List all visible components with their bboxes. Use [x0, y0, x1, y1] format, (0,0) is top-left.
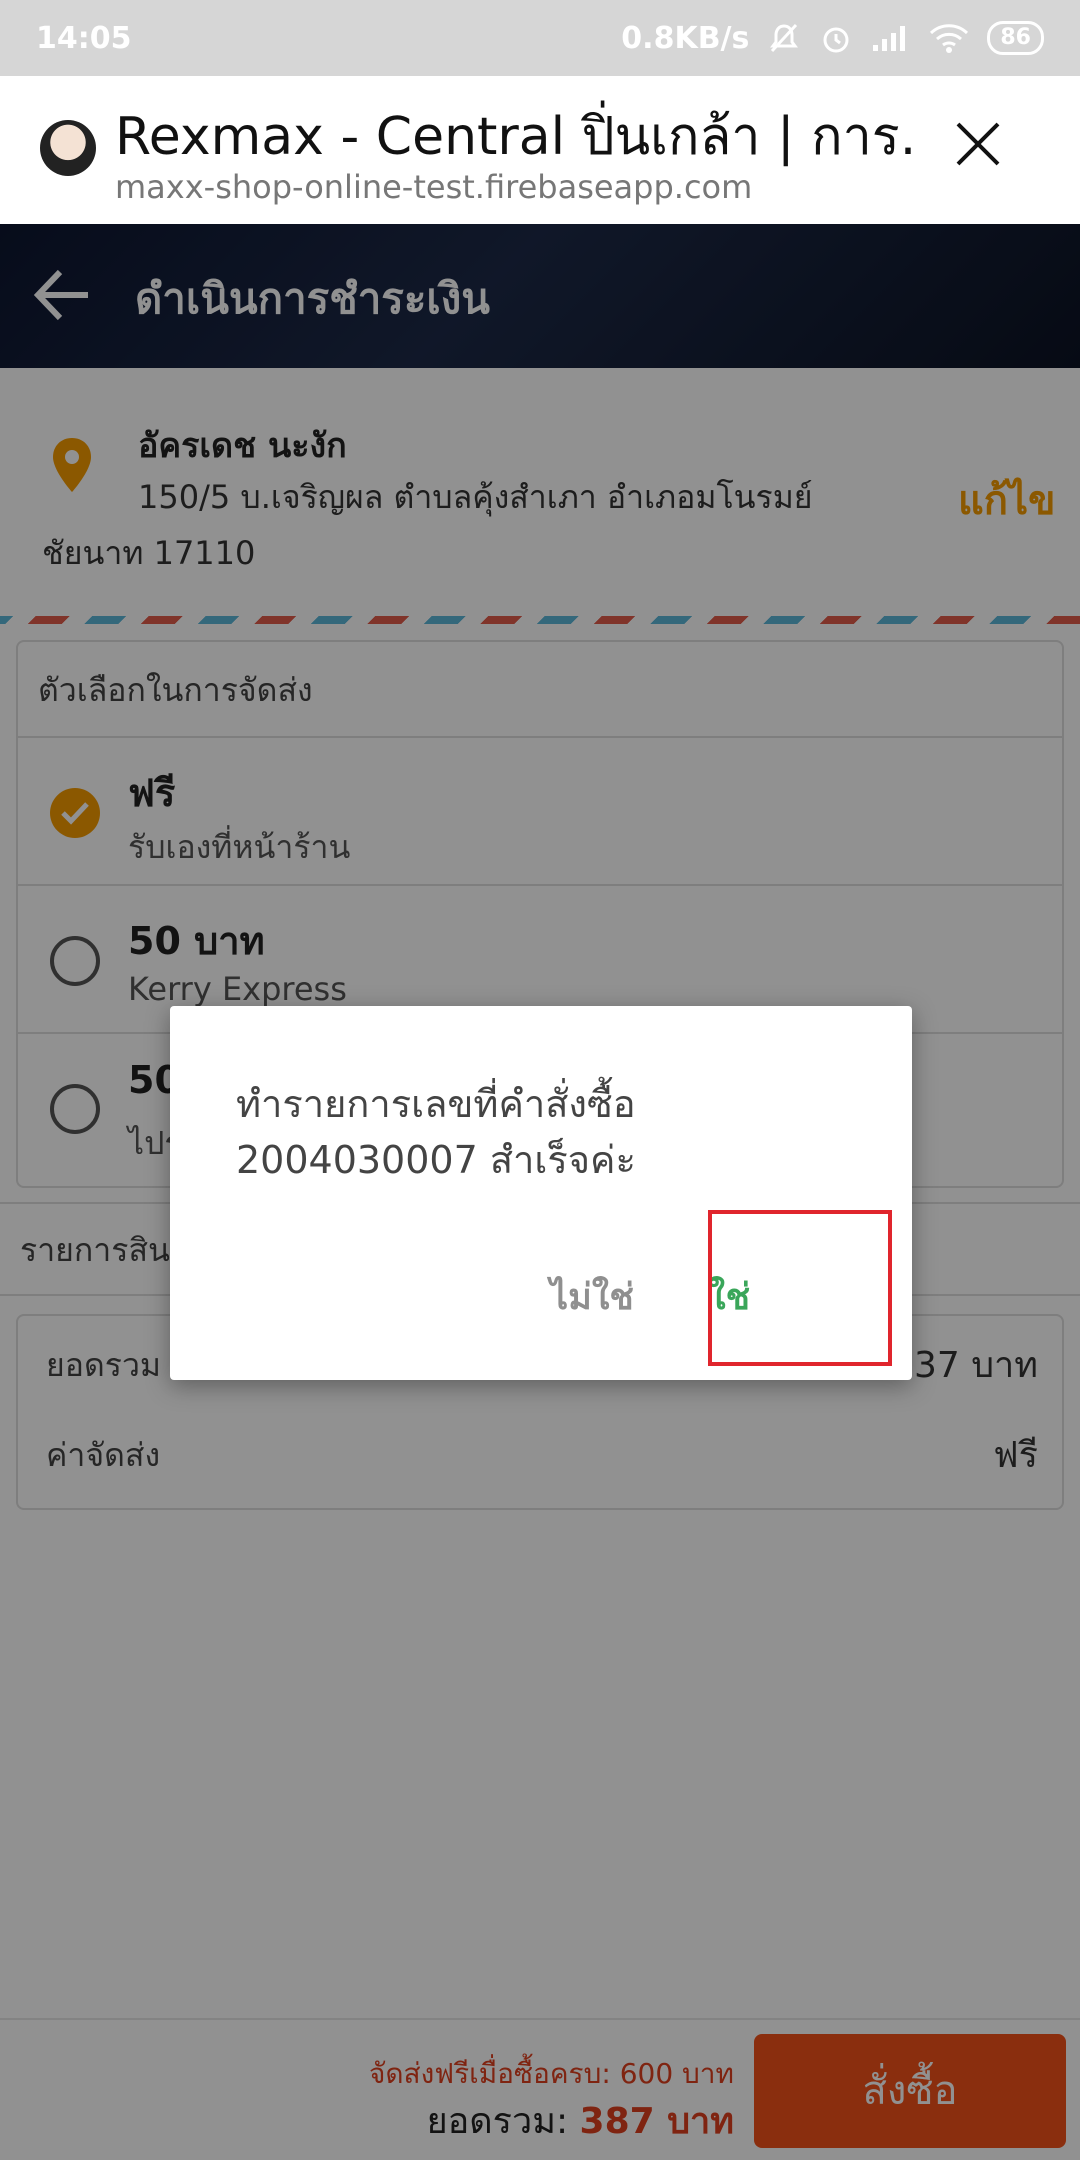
browser-tab-bar: Rexmax - Central ปิ่นเกล้า | การ... maxx… — [0, 76, 1080, 224]
wifi-icon — [930, 24, 969, 53]
dialog-no-button[interactable]: ไม่ใช่ — [550, 1268, 634, 1325]
status-icons: 0.8KB/s 86 — [621, 21, 1044, 56]
dialog-message: ทำรายการเลขที่คำสั่งซื้อ 2004030007 สำเร… — [236, 1076, 876, 1188]
site-favicon-icon — [40, 120, 96, 176]
site-title: Rexmax - Central ปิ่นเกล้า | การ... — [115, 107, 915, 167]
status-bar: 14:05 0.8KB/s 86 — [0, 0, 1080, 76]
status-time: 14:05 — [36, 20, 132, 56]
dialog-message-line-2: 2004030007 สำเร็จค่ะ — [236, 1138, 636, 1182]
mute-icon — [770, 23, 799, 53]
close-tab-icon[interactable] — [950, 116, 1006, 172]
signal-icon — [873, 26, 906, 51]
net-speed: 0.8KB/s — [621, 20, 750, 56]
battery-indicator: 86 — [987, 21, 1044, 55]
dialog-message-line-1: ทำรายการเลขที่คำสั่งซื้อ — [236, 1082, 636, 1126]
alarm-icon — [823, 27, 849, 53]
highlight-box — [708, 1210, 892, 1366]
site-url: maxx-shop-online-test.firebaseapp.com — [115, 168, 753, 206]
